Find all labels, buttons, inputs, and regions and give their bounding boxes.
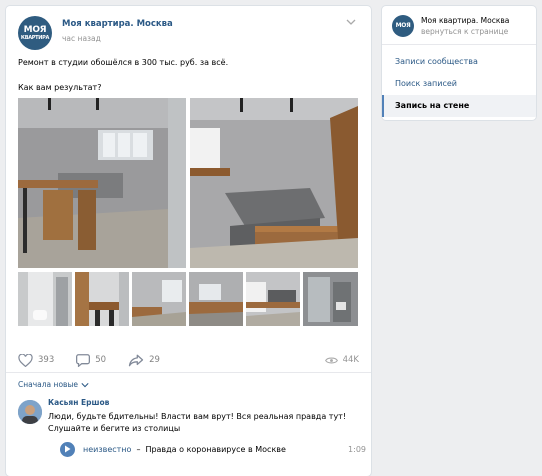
sidebar-item-search-posts[interactable]: Поиск записей xyxy=(382,73,536,95)
divider xyxy=(382,44,536,45)
post-text-line-1: Ремонт в студии обошёлся в 300 тыс. руб.… xyxy=(18,58,229,67)
audio-title: Правда о коронавирусе в Москве xyxy=(145,444,286,454)
comment-icon xyxy=(76,353,91,367)
right-sidebar: МОЯ Моя квартира. Москва вернуться к стр… xyxy=(382,6,536,120)
post-photo-1[interactable] xyxy=(18,98,186,268)
view-count: 44K xyxy=(342,355,359,365)
post-photo-thumb-6[interactable] xyxy=(303,272,358,326)
comment-count: 50 xyxy=(95,355,107,365)
post-actions-bar: 393 50 29 44K xyxy=(18,350,359,370)
share-count: 29 xyxy=(149,355,160,365)
post-photo-thumb-3[interactable] xyxy=(132,272,186,326)
comments-sort-label: Сначала новые xyxy=(18,380,78,389)
play-icon[interactable] xyxy=(60,441,75,457)
post-photo-2[interactable] xyxy=(190,98,358,268)
eye-icon xyxy=(324,357,338,363)
sidebar-item-community-posts[interactable]: Записи сообщества xyxy=(382,51,536,73)
audio-dash: – xyxy=(136,444,141,454)
comment-button[interactable]: 50 xyxy=(76,353,107,367)
community-avatar[interactable]: МОЯ КВАРТИРА xyxy=(18,16,52,50)
post-photo-thumb-5[interactable] xyxy=(246,272,300,326)
wall-post-card: МОЯ КВАРТИРА Моя квартира. Москва час на… xyxy=(6,6,371,476)
chevron-down-icon xyxy=(81,382,89,387)
like-button[interactable]: 393 xyxy=(18,353,55,367)
comments-sort-selector[interactable]: Сначала новые xyxy=(18,380,89,389)
share-button[interactable]: 29 xyxy=(128,354,160,367)
post-text-line-2: Как вам результат? xyxy=(18,83,102,92)
audio-attachment[interactable]: неизвестно – Правда о коронавирусе в Мос… xyxy=(60,440,366,458)
post-time[interactable]: час назад xyxy=(62,34,101,43)
share-icon xyxy=(128,354,144,366)
audio-artist[interactable]: неизвестно xyxy=(83,445,131,454)
post-photo-thumb-2[interactable] xyxy=(75,272,129,326)
audio-duration: 1:09 xyxy=(348,444,366,454)
post-photo-thumb-1[interactable] xyxy=(18,272,72,326)
sidebar-community-avatar[interactable]: МОЯ xyxy=(392,15,414,37)
comment-text-line-1: Люди, будьте бдительны! Власти вам врут!… xyxy=(48,412,347,421)
heart-icon xyxy=(18,353,33,367)
divider xyxy=(6,372,371,373)
comment-text-line-2: Слушайте и бегите из столицы xyxy=(48,424,181,433)
post-photo-thumb-4[interactable] xyxy=(189,272,243,326)
comment-avatar[interactable] xyxy=(18,400,42,424)
post-author-name[interactable]: Моя квартира. Москва xyxy=(62,19,173,29)
like-count: 393 xyxy=(38,355,55,365)
sidebar-group-name[interactable]: Моя квартира. Москва xyxy=(421,16,509,25)
sidebar-back-link[interactable]: вернуться к странице xyxy=(421,27,508,36)
views-counter: 44K xyxy=(324,355,359,365)
chevron-down-icon[interactable] xyxy=(346,18,356,28)
sidebar-item-wall-post[interactable]: Запись на стене xyxy=(382,95,536,117)
comment-author-name[interactable]: Касьян Ершов xyxy=(48,398,109,407)
